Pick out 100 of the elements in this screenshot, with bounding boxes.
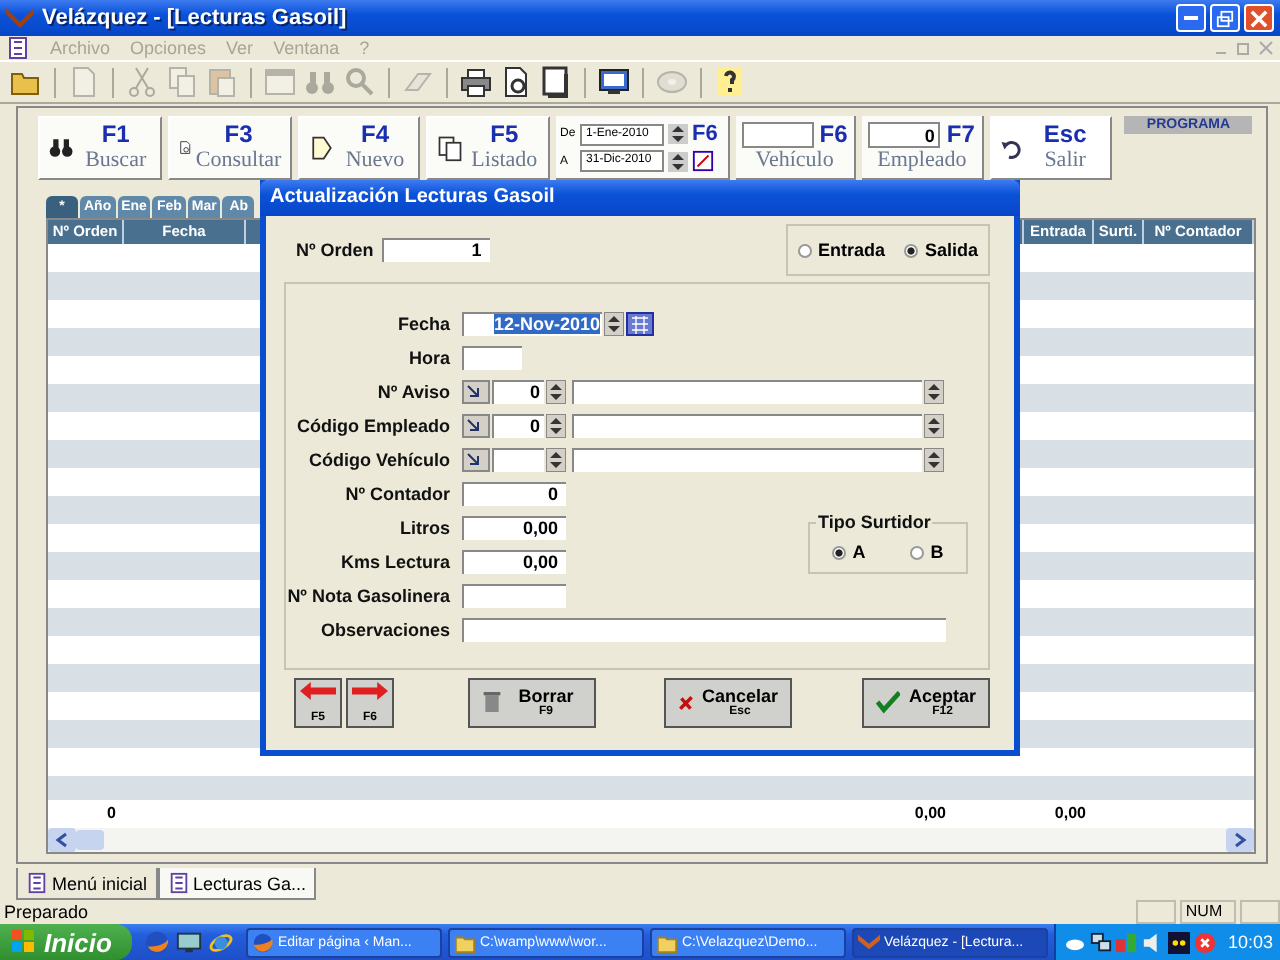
shortcut-key: F7: [946, 121, 975, 147]
copy-icon: [436, 134, 465, 162]
shortcut-key: F6: [819, 121, 848, 147]
filter-label: Empleado: [877, 147, 967, 173]
filter-label: Vehículo: [755, 147, 834, 173]
spinner-icon[interactable]: [924, 379, 944, 403]
field-label: Hora: [406, 347, 450, 367]
scroll-thumb[interactable]: [76, 830, 104, 850]
horizontal-scrollbar[interactable]: [48, 828, 1254, 852]
description-field[interactable]: [572, 379, 922, 403]
calendar-icon[interactable]: [692, 150, 715, 172]
order-field[interactable]: 1: [381, 238, 490, 262]
date-field[interactable]: 12-Nov-2010: [462, 311, 602, 335]
minimize-button[interactable]: [1176, 4, 1206, 32]
printer-icon[interactable]: [458, 64, 494, 100]
dots-icon[interactable]: [1167, 931, 1190, 953]
field-label: Código Empleado: [295, 415, 450, 435]
number-field[interactable]: [462, 583, 566, 607]
spinner-icon[interactable]: [546, 413, 566, 437]
minimize-icon: [1184, 16, 1198, 20]
text-field[interactable]: [462, 345, 522, 369]
help-icon[interactable]: [712, 64, 748, 100]
function-button[interactable]: F3 Consultar: [167, 116, 292, 180]
document-tab[interactable]: Lecturas Ga...: [157, 868, 317, 900]
function-button[interactable]: F5 Listado: [426, 116, 551, 180]
folder-icon: [655, 931, 678, 953]
field-label: Kms Lectura: [338, 551, 450, 571]
total-cell: 0,00: [914, 804, 946, 822]
document-stack-icon: [26, 872, 48, 894]
lookup-button-icon[interactable]: [462, 379, 490, 403]
field-label: Nº Nota Gasolinera: [286, 585, 450, 605]
status-message: Preparado: [4, 902, 91, 922]
field-label: Código Vehículo: [306, 449, 450, 469]
right-arrow-icon: [352, 681, 388, 699]
total-cell: 0,00: [1054, 804, 1086, 822]
checkmark-icon: [876, 688, 901, 716]
spinner-icon[interactable]: [924, 447, 944, 471]
scroll-right-icon[interactable]: [1226, 828, 1254, 852]
code-field[interactable]: 0: [492, 379, 544, 403]
status-indicator: NUM: [1180, 900, 1236, 924]
field-label: Nº Aviso: [375, 381, 450, 401]
filter-field[interactable]: [741, 121, 814, 147]
spinner-icon[interactable]: [546, 447, 566, 471]
status-panel: [1136, 900, 1176, 924]
shortcut-key: F6: [692, 122, 718, 146]
spinner-icon[interactable]: [668, 151, 689, 171]
stop-icon[interactable]: [1193, 931, 1216, 953]
spinner-icon[interactable]: [604, 311, 624, 335]
chevron-logo-icon: [6, 8, 34, 28]
code-field[interactable]: 0: [492, 413, 544, 437]
field-label: Nº Contador: [343, 483, 450, 503]
desktop-icon[interactable]: [175, 929, 202, 955]
number-field[interactable]: 0: [462, 481, 566, 505]
number-field[interactable]: 0,00: [462, 549, 566, 573]
number-field[interactable]: 0,00: [462, 515, 566, 539]
document-stack-icon: [167, 872, 190, 894]
folder-icon: [453, 931, 476, 953]
close-button[interactable]: [1244, 4, 1274, 32]
status-panel: [1240, 900, 1280, 924]
trash-icon: [482, 690, 502, 714]
filter-field[interactable]: 0: [868, 121, 941, 147]
radio-button[interactable]: A: [832, 542, 866, 562]
total-cell: 0: [107, 804, 116, 822]
browser-e-icon[interactable]: [207, 929, 234, 955]
radio-button[interactable]: Salida: [904, 240, 978, 260]
description-field[interactable]: [572, 413, 922, 437]
monitor-icon[interactable]: [596, 64, 632, 100]
restore-button[interactable]: [1210, 4, 1240, 32]
chevron-logo-icon: [857, 934, 880, 950]
spinner-icon[interactable]: [546, 379, 566, 403]
exit-button[interactable]: Esc Salir: [989, 116, 1113, 180]
clock: 10:03: [1227, 932, 1273, 952]
function-button[interactable]: F4 Nuevo: [297, 116, 421, 180]
windows-flag-icon: [12, 930, 36, 954]
document-tab[interactable]: Menú inicial: [16, 868, 158, 900]
lookup-button-icon[interactable]: [462, 447, 490, 471]
code-field[interactable]: [492, 447, 544, 471]
function-button[interactable]: F1 Buscar: [38, 116, 162, 180]
page-icon[interactable]: [538, 64, 574, 100]
binoculars-icon: [48, 134, 76, 162]
spinner-icon[interactable]: [924, 413, 944, 437]
radio-button[interactable]: Entrada: [797, 240, 885, 260]
left-arrow-icon: [300, 681, 336, 699]
lookup-button-icon[interactable]: [462, 413, 490, 437]
dialog-title: Actualización Lecturas Gasoil: [260, 180, 1020, 216]
spinner-icon[interactable]: [668, 124, 689, 144]
network-icon[interactable]: [1089, 931, 1112, 953]
field-label: Observaciones: [318, 619, 450, 639]
radio-button[interactable]: B: [910, 542, 944, 562]
description-field[interactable]: [572, 447, 922, 471]
undo-arrow-icon: [999, 136, 1024, 160]
text-field[interactable]: [462, 617, 946, 641]
calendar-icon[interactable]: [626, 311, 654, 335]
close-icon: [1250, 9, 1268, 27]
globe-icon: [251, 931, 274, 953]
scroll-left-icon[interactable]: [48, 828, 76, 852]
window-title: Velázquez - [Lecturas Gasoil]: [42, 6, 347, 30]
field-label: Fecha: [395, 313, 450, 333]
field-label: Nº Orden: [296, 240, 374, 260]
arrow-document-icon: [307, 134, 336, 162]
